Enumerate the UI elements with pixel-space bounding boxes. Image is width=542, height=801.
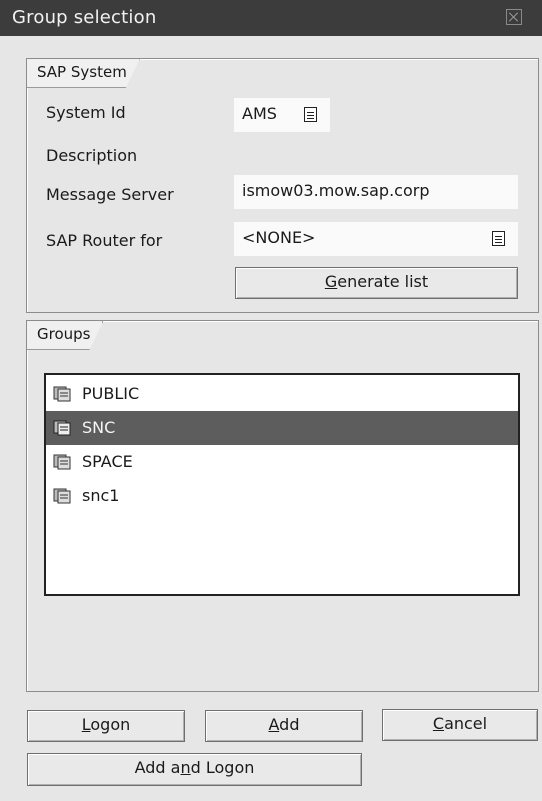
- sap-router-value: <NONE>: [242, 228, 316, 247]
- generate-list-button[interactable]: Generate list: [235, 267, 518, 299]
- message-server-label: Message Server: [46, 185, 174, 204]
- sap-router-field[interactable]: <NONE>: [234, 222, 518, 256]
- sap-system-section-label: SAP System: [27, 59, 140, 88]
- group-label: SPACE: [82, 452, 133, 471]
- list-item[interactable]: PUBLIC: [46, 377, 518, 411]
- system-id-value: AMS: [242, 104, 277, 123]
- cancel-button[interactable]: Cancel: [382, 709, 538, 741]
- window-title: Group selection: [12, 7, 157, 28]
- groups-list[interactable]: PUBLIC SNC SPACE snc1: [44, 373, 520, 596]
- server-group-icon: [53, 386, 71, 402]
- server-group-icon: [53, 488, 71, 504]
- description-label: Description: [46, 146, 138, 165]
- list-item[interactable]: SNC: [46, 411, 518, 445]
- generate-hotkey: G: [324, 272, 338, 291]
- add-and-logon-button[interactable]: Add and Logon: [27, 753, 362, 786]
- sap-router-label: SAP Router for: [46, 231, 163, 250]
- message-server-value: ismow03.mow.sap.corp: [242, 181, 430, 200]
- server-group-icon: [53, 454, 71, 470]
- server-group-icon: [53, 420, 71, 436]
- group-label: SNC: [82, 418, 116, 437]
- message-server-field[interactable]: ismow03.mow.sap.corp: [234, 175, 518, 209]
- list-item[interactable]: SPACE: [46, 445, 518, 479]
- value-help-icon[interactable]: [304, 107, 317, 122]
- value-help-icon[interactable]: [492, 231, 505, 246]
- group-label: snc1: [82, 486, 120, 505]
- system-id-label: System Id: [46, 103, 126, 122]
- logon-button[interactable]: Logon: [27, 710, 185, 742]
- group-label: PUBLIC: [82, 384, 140, 403]
- list-item[interactable]: snc1: [46, 479, 518, 513]
- close-icon[interactable]: [506, 9, 522, 25]
- system-id-field[interactable]: AMS: [234, 98, 330, 132]
- add-button[interactable]: Add: [205, 710, 363, 742]
- generate-label: enerate list: [337, 272, 429, 291]
- title-bar: Group selection: [0, 0, 542, 36]
- groups-section-label: Groups: [27, 321, 103, 350]
